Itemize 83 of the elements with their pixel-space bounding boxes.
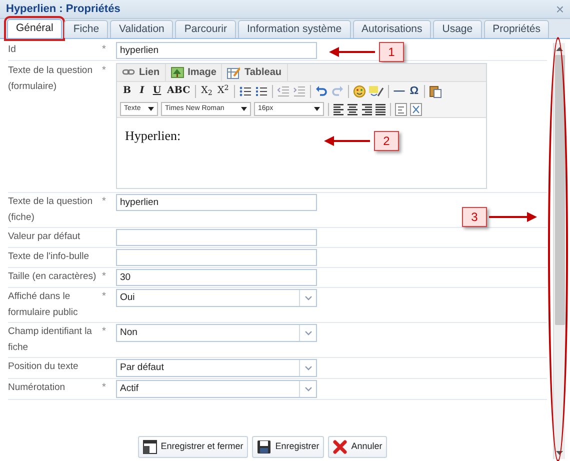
bullet-list-icon[interactable] bbox=[238, 85, 252, 98]
field-label: Champ identifiant la fiche bbox=[8, 325, 93, 355]
align-center-icon[interactable] bbox=[347, 102, 358, 116]
tab[interactable]: Usage bbox=[433, 20, 482, 38]
scrollbar-thumb[interactable] bbox=[554, 55, 564, 325]
window-icon bbox=[142, 440, 157, 454]
required-mark: * bbox=[102, 291, 106, 302]
field-label: Texte de la question (fiche) bbox=[8, 195, 94, 225]
callout-arrow bbox=[489, 212, 537, 222]
format-button[interactable]: ABC bbox=[166, 84, 192, 99]
smiley-icon[interactable] bbox=[352, 85, 366, 98]
required-mark: * bbox=[102, 271, 106, 282]
tab[interactable]: Autorisations bbox=[352, 20, 432, 38]
required-mark: * bbox=[102, 196, 106, 207]
callout-arrow bbox=[324, 136, 372, 146]
callout-number: 1 bbox=[379, 42, 404, 62]
spellcheck-icon[interactable] bbox=[368, 85, 384, 98]
symbol-button[interactable]: Ω bbox=[408, 86, 420, 97]
required-mark: * bbox=[102, 382, 106, 393]
chevron-icon bbox=[304, 330, 312, 336]
fullscreen-icon[interactable] bbox=[410, 102, 422, 116]
required-mark: * bbox=[102, 44, 106, 55]
text-field[interactable]: hyperlien bbox=[116, 194, 317, 211]
field-label: Id bbox=[8, 43, 17, 57]
editor-tab[interactable]: Image bbox=[166, 64, 222, 81]
action-button[interactable]: Annuler bbox=[328, 436, 388, 458]
text-field[interactable] bbox=[116, 249, 317, 266]
dropdown-field[interactable]: Non bbox=[116, 324, 317, 342]
field-label: Taille (en caractères) bbox=[8, 270, 98, 284]
dropdown-arrow-icon bbox=[314, 107, 320, 111]
cross-icon bbox=[333, 440, 348, 454]
action-button[interactable]: Enregistrer et fermer bbox=[138, 436, 248, 458]
tree-icon bbox=[170, 66, 184, 78]
tab[interactable]: Information système bbox=[238, 20, 351, 38]
window-title: Hyperlien : Propriétés bbox=[6, 2, 120, 17]
field-label: Position du texte bbox=[8, 360, 80, 374]
dropdown-arrow-icon bbox=[148, 107, 154, 111]
align-right-icon[interactable] bbox=[361, 102, 372, 116]
justify-icon[interactable] bbox=[375, 102, 386, 116]
chevron-icon bbox=[304, 296, 312, 300]
symbol-button[interactable]: — bbox=[392, 86, 406, 97]
required-mark: * bbox=[102, 326, 106, 337]
editor-tab[interactable]: Lien bbox=[117, 64, 166, 81]
tab[interactable]: Parcourir bbox=[175, 20, 236, 38]
field-label: Valeur par défaut bbox=[8, 230, 82, 244]
format-button[interactable]: I bbox=[136, 84, 148, 99]
text-field[interactable]: hyperlien bbox=[116, 42, 317, 59]
paste-icon[interactable] bbox=[428, 85, 442, 98]
action-button[interactable]: Enregistrer bbox=[252, 436, 324, 458]
field-label: Texte de l'info-bulle bbox=[8, 250, 90, 264]
tab[interactable]: Général bbox=[7, 19, 62, 38]
tab[interactable]: Propriétés bbox=[484, 20, 550, 38]
chevron-icon bbox=[304, 386, 312, 392]
tab[interactable]: Fiche bbox=[64, 20, 108, 38]
dropdown-field[interactable]: Actif bbox=[116, 380, 317, 398]
align-left-icon[interactable] bbox=[333, 102, 344, 116]
callout-number: 3 bbox=[462, 207, 487, 227]
chevron-icon bbox=[304, 366, 312, 370]
format-button[interactable]: X$_{2}$ bbox=[200, 84, 214, 99]
scroll-up-icon[interactable] bbox=[556, 46, 563, 52]
dropdown-field[interactable]: Oui bbox=[116, 289, 317, 307]
editor-text: Hyperlien: bbox=[125, 128, 181, 143]
numbered-list-icon[interactable] bbox=[254, 85, 268, 98]
field-label: Numérotation bbox=[8, 381, 66, 395]
dropdown-arrow-icon bbox=[241, 107, 247, 111]
editor-tab[interactable]: Tableau bbox=[222, 64, 288, 81]
undo-icon[interactable] bbox=[314, 85, 328, 98]
tab[interactable]: Validation bbox=[110, 20, 174, 38]
text-field[interactable]: 30 bbox=[116, 269, 317, 286]
format-button[interactable]: B bbox=[121, 84, 133, 99]
text-field[interactable] bbox=[116, 229, 317, 246]
format-button[interactable]: U bbox=[151, 84, 163, 99]
table-icon bbox=[227, 66, 240, 78]
scroll-down-icon[interactable] bbox=[556, 450, 563, 456]
required-mark: * bbox=[102, 65, 106, 76]
callout-arrow bbox=[329, 47, 377, 57]
format-button[interactable]: X$^{2}$ bbox=[216, 84, 230, 99]
scrollbar[interactable] bbox=[553, 43, 565, 459]
source-code-icon[interactable] bbox=[395, 102, 407, 116]
field-label: Affiché dans le formulaire public bbox=[8, 290, 79, 320]
field-label: Texte de la question (formulaire) bbox=[8, 64, 94, 94]
callout-number: 2 bbox=[374, 131, 399, 151]
dropdown-field[interactable]: Par défaut bbox=[116, 359, 317, 377]
